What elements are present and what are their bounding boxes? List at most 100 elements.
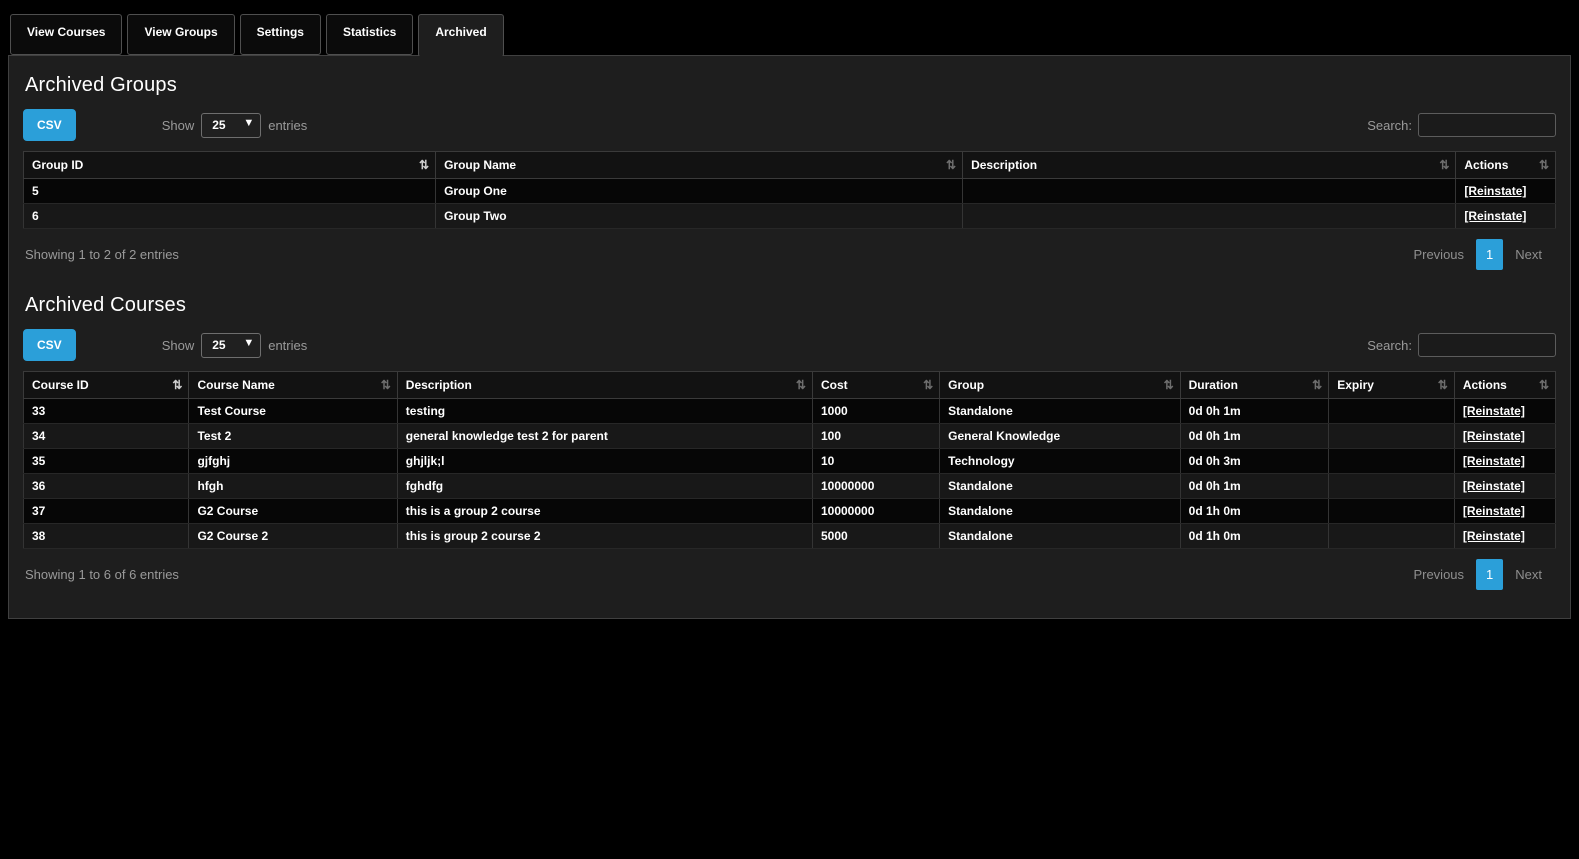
groups-pagination: Previous 1 Next <box>1401 239 1554 270</box>
archived-groups-section: Archived Groups CSV Show 25 ▼ entries Se… <box>23 74 1556 282</box>
actions-cell: [Reinstate] <box>1454 449 1555 474</box>
column-label: Expiry <box>1337 378 1374 392</box>
table-row: 34Test 2general knowledge test 2 for par… <box>24 424 1556 449</box>
table-cell: 10000000 <box>812 474 939 499</box>
search-label: Search: <box>1367 118 1412 133</box>
table-cell <box>1329 499 1455 524</box>
table-cell: General Knowledge <box>940 424 1181 449</box>
page-length-select[interactable]: 25 <box>201 333 261 358</box>
table-cell <box>1329 449 1455 474</box>
table-cell <box>963 204 1456 229</box>
sort-icon: ⇅ <box>1438 378 1448 392</box>
actions-cell: [Reinstate] <box>1454 524 1555 549</box>
reinstate-link[interactable]: [Reinstate] <box>1463 529 1525 543</box>
sort-icon: ⇅ <box>1539 378 1549 392</box>
archived-courses-section: Archived Courses CSV Show 25 ▼ entries S… <box>23 294 1556 602</box>
archived-courses-table: Course ID⇅Course Name⇅Description⇅Cost⇅G… <box>23 371 1556 549</box>
table-cell: 10 <box>812 449 939 474</box>
column-header-duration[interactable]: Duration⇅ <box>1180 372 1329 399</box>
previous-page-button[interactable]: Previous <box>1401 559 1476 590</box>
search-label: Search: <box>1367 338 1412 353</box>
column-header-cost[interactable]: Cost⇅ <box>812 372 939 399</box>
column-header-course-name[interactable]: Course Name⇅ <box>189 372 397 399</box>
groups-search-control: Search: <box>1367 113 1556 137</box>
csv-export-button[interactable]: CSV <box>23 329 76 361</box>
table-cell: 36 <box>24 474 189 499</box>
column-header-description[interactable]: Description⇅ <box>963 152 1456 179</box>
show-label: Show <box>162 338 195 353</box>
table-cell: 34 <box>24 424 189 449</box>
column-label: Group ID <box>32 158 83 172</box>
groups-table-info: Showing 1 to 2 of 2 entries <box>25 247 179 262</box>
groups-table-controls: CSV Show 25 ▼ entries Search: <box>23 109 1556 141</box>
table-cell: 33 <box>24 399 189 424</box>
reinstate-link[interactable]: [Reinstate] <box>1463 404 1525 418</box>
page-length-control: Show 25 ▼ entries <box>162 333 308 358</box>
table-row: 36hfghfghdfg10000000Standalone0d 0h 1m[R… <box>24 474 1556 499</box>
column-header-course-id[interactable]: Course ID⇅ <box>24 372 189 399</box>
table-cell: 0d 1h 0m <box>1180 499 1329 524</box>
table-cell: 5000 <box>812 524 939 549</box>
table-cell: 0d 0h 1m <box>1180 474 1329 499</box>
reinstate-link[interactable]: [Reinstate] <box>1463 429 1525 443</box>
archived-groups-table: Group ID⇅Group Name⇅Description⇅Actions⇅… <box>23 151 1556 229</box>
table-cell: 0d 0h 1m <box>1180 424 1329 449</box>
page-number-button[interactable]: 1 <box>1476 559 1503 590</box>
search-input[interactable] <box>1418 333 1556 357</box>
archived-panel: Archived Groups CSV Show 25 ▼ entries Se… <box>8 55 1571 619</box>
table-cell: this is a group 2 course <box>397 499 812 524</box>
search-input[interactable] <box>1418 113 1556 137</box>
tab-view-courses[interactable]: View Courses <box>10 14 122 55</box>
next-page-button[interactable]: Next <box>1503 239 1554 270</box>
previous-page-button[interactable]: Previous <box>1401 239 1476 270</box>
table-cell: Standalone <box>940 474 1181 499</box>
table-cell <box>1329 399 1455 424</box>
column-header-group[interactable]: Group⇅ <box>940 372 1181 399</box>
table-cell: 0d 0h 1m <box>1180 399 1329 424</box>
table-cell: Group One <box>436 179 963 204</box>
csv-export-button[interactable]: CSV <box>23 109 76 141</box>
tab-statistics[interactable]: Statistics <box>326 14 413 55</box>
column-header-actions[interactable]: Actions⇅ <box>1456 152 1556 179</box>
sort-icon: ⇅ <box>796 378 806 392</box>
sort-icon: ⇅ <box>172 378 182 392</box>
tab-archived[interactable]: Archived <box>418 14 503 57</box>
reinstate-link[interactable]: [Reinstate] <box>1463 504 1525 518</box>
next-page-button[interactable]: Next <box>1503 559 1554 590</box>
column-header-group-id[interactable]: Group ID⇅ <box>24 152 436 179</box>
reinstate-link[interactable]: [Reinstate] <box>1463 479 1525 493</box>
column-label: Course Name <box>197 378 274 392</box>
sort-icon: ⇅ <box>1164 378 1174 392</box>
actions-cell: [Reinstate] <box>1454 424 1555 449</box>
page-number-button[interactable]: 1 <box>1476 239 1503 270</box>
reinstate-link[interactable]: [Reinstate] <box>1464 209 1526 223</box>
table-cell: Standalone <box>940 499 1181 524</box>
page-length-select[interactable]: 25 <box>201 113 261 138</box>
table-cell <box>1329 424 1455 449</box>
table-cell <box>1329 474 1455 499</box>
actions-cell: [Reinstate] <box>1454 499 1555 524</box>
table-cell: Test 2 <box>189 424 397 449</box>
column-label: Actions <box>1464 158 1508 172</box>
archived-courses-title: Archived Courses <box>25 294 1556 317</box>
table-cell: gjfghj <box>189 449 397 474</box>
reinstate-link[interactable]: [Reinstate] <box>1464 184 1526 198</box>
table-cell: 0d 1h 0m <box>1180 524 1329 549</box>
table-cell: 1000 <box>812 399 939 424</box>
column-header-actions[interactable]: Actions ⇅ <box>1454 372 1555 399</box>
courses-search-control: Search: <box>1367 333 1556 357</box>
table-cell: G2 Course <box>189 499 397 524</box>
column-label: Actions <box>1463 378 1507 392</box>
column-label: Cost <box>821 378 848 392</box>
column-header-group-name[interactable]: Group Name⇅ <box>436 152 963 179</box>
tab-view-groups[interactable]: View Groups <box>127 14 234 55</box>
column-header-description[interactable]: Description⇅ <box>397 372 812 399</box>
table-row: 33Test Coursetesting1000Standalone0d 0h … <box>24 399 1556 424</box>
column-header-expiry[interactable]: Expiry ⇅ <box>1329 372 1455 399</box>
table-cell: Test Course <box>189 399 397 424</box>
table-cell <box>1329 524 1455 549</box>
table-cell: Standalone <box>940 399 1181 424</box>
tab-settings[interactable]: Settings <box>240 14 321 55</box>
sort-icon: ⇅ <box>946 158 956 172</box>
reinstate-link[interactable]: [Reinstate] <box>1463 454 1525 468</box>
